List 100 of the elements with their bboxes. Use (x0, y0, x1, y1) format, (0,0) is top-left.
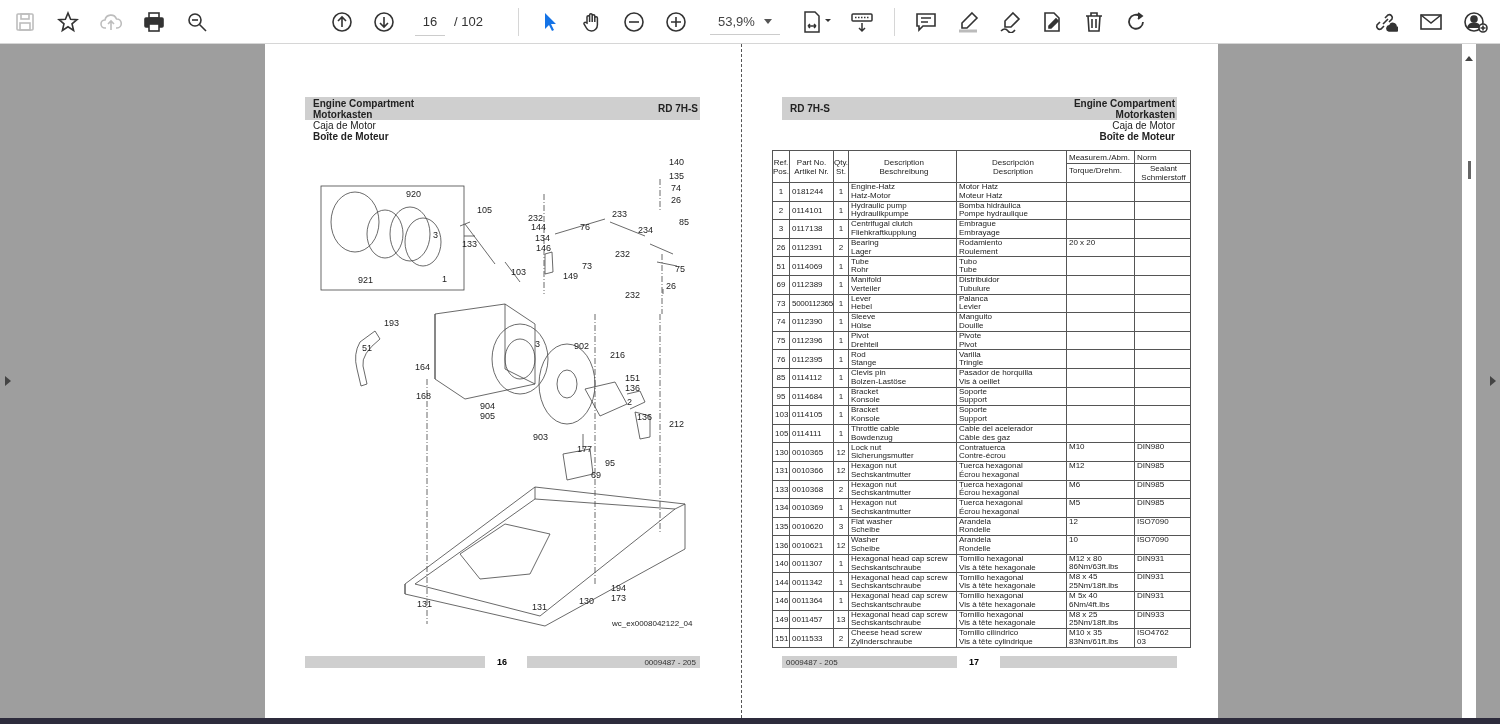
table-cell-text: Distribuidor (959, 276, 1001, 285)
table-cell: 2 (838, 484, 844, 494)
table-cell-text: Rohr (851, 266, 870, 275)
table-cell-text: Throttle cable (851, 425, 901, 434)
table-cell-text: Arandela (959, 518, 993, 527)
page-number: 16 (497, 657, 507, 667)
table-cell-text: Support (959, 414, 989, 424)
table-cell: 0011533 (792, 633, 823, 643)
table-cell: 0181244 (792, 187, 824, 197)
table-cell-text: Vis à oeillet (959, 377, 1001, 387)
table-cell: 0010366 (792, 466, 824, 476)
model-name: RD 7H-S (790, 103, 830, 114)
section-subtitle: Boîte de Moteur (1099, 131, 1175, 142)
table-cell: 12 (836, 447, 846, 457)
table-cell-text: Roulement (959, 247, 999, 256)
table-cell-text: Bolzen-Lastöse (851, 377, 908, 387)
table-cell: 0010621 (792, 540, 824, 550)
table-cell-text: Scheibe (851, 545, 881, 554)
next-page-arrow-icon[interactable] (1490, 376, 1496, 386)
table-cell-text: Sleeve (851, 313, 877, 322)
table-cell-text: 25Nm/18ft.lbs (1069, 582, 1120, 591)
callout-number: 3 (433, 230, 438, 240)
document-number: 0009487 - 205 (644, 657, 696, 667)
model-name: RD 7H-S (658, 103, 698, 114)
table-cell: 1 (838, 354, 844, 364)
table-cell: 1 (838, 280, 844, 290)
table-cell-text: Sechskantmutter (851, 507, 913, 517)
callout-number: 76 (580, 222, 590, 232)
table-cell-text: DIN933 (1137, 611, 1166, 620)
table-cell: 140 (775, 559, 789, 569)
scroll-up-arrow-icon[interactable] (1465, 56, 1473, 61)
table-cell-text: Fliehkraftkupplung (851, 229, 918, 238)
table-cell: 0114684 (792, 391, 823, 401)
table-cell-text: Pasador de horquilla (959, 369, 1034, 378)
section-title: Engine Compartment (313, 97, 415, 109)
table-cell-text: DIN985 (1137, 481, 1166, 490)
column-header: Description (993, 166, 1033, 176)
table-cell-text: Centrifugal clutch (851, 220, 914, 229)
table-cell-text: Vis à tête hexagonale (959, 582, 1037, 591)
callout-number: 26 (666, 281, 676, 291)
table-cell-text: 83Nm/61ft.lbs (1069, 637, 1120, 647)
table-cell-text: DIN985 (1137, 499, 1166, 508)
caret-icon (763, 18, 772, 24)
table-cell-text: Verteiler (851, 284, 882, 294)
column-header: Qty. (834, 157, 848, 167)
table-cell: 5000112365 (792, 298, 833, 308)
table-cell: 13 (836, 614, 846, 624)
callout-number: 149 (563, 271, 579, 281)
table-cell-text: ISO4762 (1137, 629, 1170, 638)
table-cell-text: Sechskantmutter (851, 470, 913, 479)
table-cell: 69 (776, 280, 786, 290)
table-cell-text: DIN931 (1137, 573, 1166, 583)
table-cell: 1 (838, 205, 844, 215)
section-title: Engine Compartment (1073, 97, 1175, 109)
callout-number: 131 (532, 602, 548, 612)
callout-number: 903 (533, 432, 549, 442)
table-cell-text: Hydraulikpumpe (851, 210, 910, 219)
callout-number: 921 (358, 275, 374, 285)
previous-page-arrow-icon[interactable] (5, 376, 11, 386)
callout-number: 151 (625, 373, 641, 383)
table-cell-text: Levier (959, 303, 982, 312)
table-cell-text: Konsole (851, 414, 881, 424)
table-cell: 146 (775, 596, 789, 606)
table-cell-text: Tuerca hexagonal (959, 462, 1024, 471)
table-cell: 0011364 (792, 596, 823, 606)
table-cell-text: ISO7090 (1137, 536, 1170, 545)
table-cell-text: Cable del acelerador (959, 425, 1034, 434)
column-header: Artikel Nr. (794, 166, 829, 176)
scrollbar[interactable] (1462, 44, 1476, 718)
column-header: Ref. (773, 157, 789, 167)
table-cell: 1 (838, 596, 844, 606)
callout-number: 234 (638, 225, 654, 235)
table-cell-text: Tuerca hexagonal (959, 481, 1024, 489)
callout-number: 105 (477, 205, 493, 215)
table-cell-text: Soporte (959, 406, 989, 415)
table-cell-text: Bowdenzug (851, 433, 894, 442)
table-cell-text: Pivote (959, 332, 983, 341)
table-cell-text: 10 (1069, 536, 1079, 545)
table-cell-text: Cheese head screw (851, 629, 923, 639)
table-cell-text: Rondelle (959, 526, 992, 535)
table-cell-text: M10 (1069, 443, 1086, 452)
table-cell-text: Hexagon nut (851, 481, 897, 489)
callout-number: 69 (591, 470, 601, 480)
callout-number: 232 (528, 213, 544, 223)
table-cell-text: Flat washer (851, 518, 894, 527)
table-cell-text: 6Nm/4ft.lbs (1069, 600, 1111, 610)
zoom-dropdown[interactable]: 53,9% (709, 8, 780, 35)
table-cell-text: M12 x 80 (1069, 555, 1103, 564)
callout-number: 103 (511, 267, 527, 277)
table-cell-text: Douille (959, 321, 984, 331)
table-cell: 0011342 (792, 577, 823, 587)
callout-number: 51 (362, 343, 372, 353)
table-cell: 133 (775, 484, 789, 494)
table-cell-text: Sechskantschraube (851, 563, 922, 572)
table-cell: 0112389 (792, 280, 823, 290)
table-cell: 0010369 (792, 503, 824, 513)
table-cell: 1 (838, 317, 844, 327)
table-cell: 3 (778, 224, 784, 234)
table-cell-text: Hatz-Motor (851, 191, 891, 201)
callout-number: 216 (610, 350, 626, 360)
